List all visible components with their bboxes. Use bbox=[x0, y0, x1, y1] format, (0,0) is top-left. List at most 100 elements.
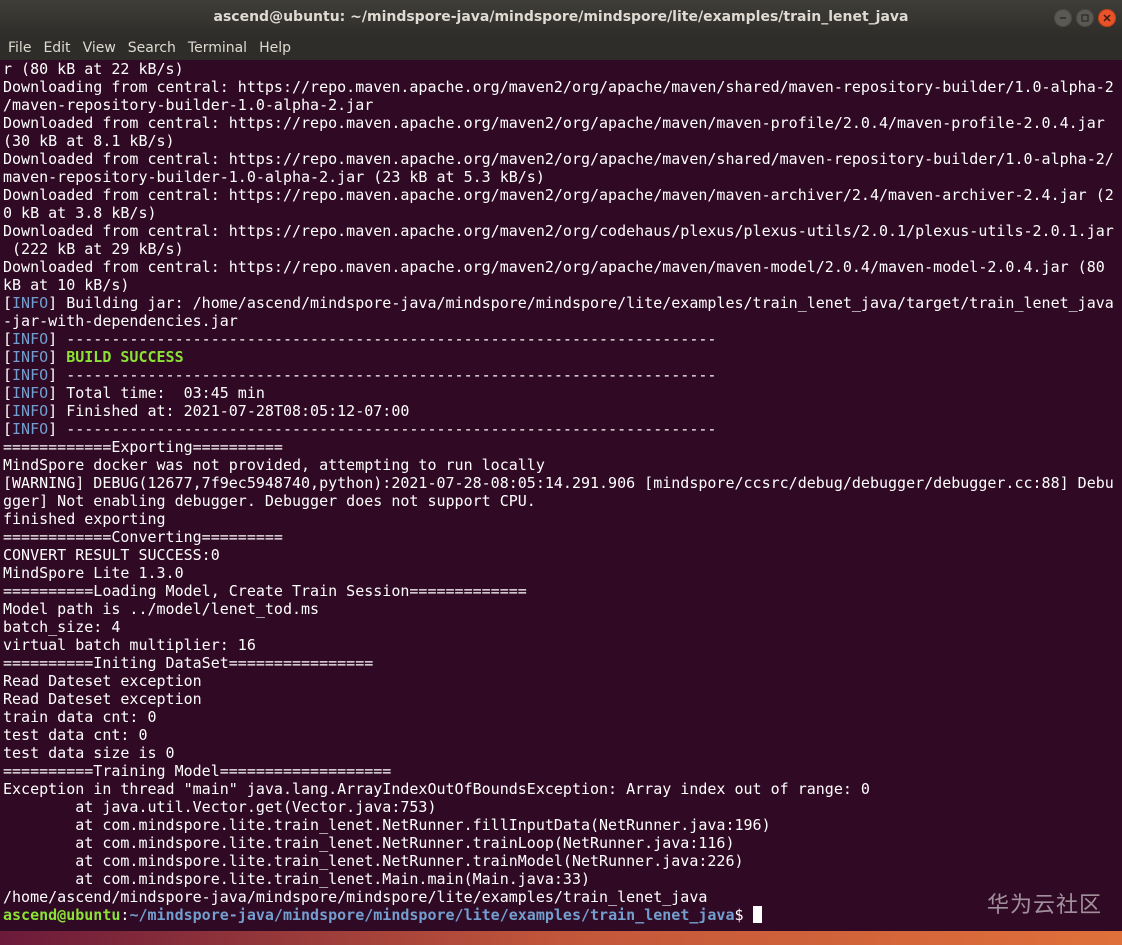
line-text: Downloaded from central: https://repo.ma… bbox=[3, 222, 1114, 240]
line-text: Finished at: 2021-07-28T08:05:12-07:00 bbox=[57, 402, 410, 420]
line-text: (30 kB at 8.1 kB/s) bbox=[3, 132, 175, 150]
terminal-line: /maven-repository-builder-1.0-alpha-2.ja… bbox=[3, 96, 1114, 114]
line-text: at com.mindspore.lite.train_lenet.NetRun… bbox=[3, 852, 744, 870]
log-level-tag: INFO bbox=[12, 420, 49, 438]
maximize-button[interactable] bbox=[1076, 9, 1094, 27]
terminal-line: Downloaded from central: https://repo.ma… bbox=[3, 186, 1114, 204]
terminal-line: Read Dateset exception bbox=[3, 690, 1114, 708]
line-text: [WARNING] DEBUG(12677,7f9ec5948740,pytho… bbox=[3, 474, 1114, 492]
terminal-line: virtual batch multiplier: 16 bbox=[3, 636, 1114, 654]
line-text: ----------------------------------------… bbox=[57, 330, 717, 348]
terminal-line: ============Exporting========== bbox=[3, 438, 1114, 456]
terminal-line: Exception in thread "main" java.lang.Arr… bbox=[3, 780, 1114, 798]
line-text: /home/ascend/mindspore-java/mindspore/mi… bbox=[3, 888, 708, 906]
terminal-line: Downloaded from central: https://repo.ma… bbox=[3, 258, 1114, 276]
terminal-line: Downloaded from central: https://repo.ma… bbox=[3, 150, 1114, 168]
line-text: ============Converting========= bbox=[3, 528, 283, 546]
terminal-line: [INFO] ---------------------------------… bbox=[3, 366, 1114, 384]
minimize-button[interactable] bbox=[1054, 9, 1072, 27]
menu-view[interactable]: View bbox=[77, 40, 122, 56]
terminal-line: MindSpore Lite 1.3.0 bbox=[3, 564, 1114, 582]
log-level-tag: INFO bbox=[12, 348, 49, 366]
bracket: [ bbox=[3, 348, 13, 366]
bracket: ] bbox=[48, 366, 58, 384]
terminal-line: finished exporting bbox=[3, 510, 1114, 528]
line-text: finished exporting bbox=[3, 510, 166, 528]
terminal-line: /home/ascend/mindspore-java/mindspore/mi… bbox=[3, 888, 1114, 906]
bracket: [ bbox=[3, 384, 13, 402]
line-text: ----------------------------------------… bbox=[57, 366, 717, 384]
terminal-line: CONVERT RESULT SUCCESS:0 bbox=[3, 546, 1114, 564]
build-success-text: BUILD SUCCESS bbox=[66, 348, 184, 366]
title-bar[interactable]: ascend@ubuntu: ~/mindspore-java/mindspor… bbox=[0, 0, 1122, 36]
line-text: (222 kB at 29 kB/s) bbox=[3, 240, 184, 258]
line-text: test data size is 0 bbox=[3, 744, 175, 762]
close-icon bbox=[1103, 14, 1111, 22]
terminal-line: -jar-with-dependencies.jar bbox=[3, 312, 1114, 330]
menu-search[interactable]: Search bbox=[122, 40, 182, 56]
desktop-strip bbox=[0, 931, 1122, 945]
line-text: Downloaded from central: https://repo.ma… bbox=[3, 114, 1105, 132]
terminal-line: Read Dateset exception bbox=[3, 672, 1114, 690]
terminal-line: Downloaded from central: https://repo.ma… bbox=[3, 114, 1114, 132]
terminal-line: Downloading from central: https://repo.m… bbox=[3, 78, 1114, 96]
menu-help[interactable]: Help bbox=[253, 40, 297, 56]
menu-terminal[interactable]: Terminal bbox=[182, 40, 253, 56]
line-text: ============Exporting========== bbox=[3, 438, 283, 456]
line-text: test data cnt: 0 bbox=[3, 726, 148, 744]
terminal-line: MindSpore docker was not provided, attem… bbox=[3, 456, 1114, 474]
terminal-line: kB at 10 kB/s) bbox=[3, 276, 1114, 294]
terminal-line: ==========Training Model================… bbox=[3, 762, 1114, 780]
terminal-line: Downloaded from central: https://repo.ma… bbox=[3, 222, 1114, 240]
terminal-lines: r (80 kB at 22 kB/s) Downloading from cen… bbox=[3, 60, 1114, 924]
terminal-line: maven-repository-builder-1.0-alpha-2.jar… bbox=[3, 168, 1114, 186]
terminal-line: at java.util.Vector.get(Vector.java:753) bbox=[3, 798, 1114, 816]
terminal-line: at com.mindspore.lite.train_lenet.Main.m… bbox=[3, 870, 1114, 888]
prompt-symbol: $ bbox=[734, 906, 744, 924]
line-text: virtual batch multiplier: 16 bbox=[3, 636, 256, 654]
bracket: [ bbox=[3, 402, 13, 420]
menu-edit[interactable]: Edit bbox=[37, 40, 76, 56]
shell-prompt[interactable]: ascend@ubuntu:~/mindspore-java/mindspore… bbox=[3, 906, 1114, 924]
terminal-line: [INFO] Building jar: /home/ascend/mindsp… bbox=[3, 294, 1114, 312]
text-cursor bbox=[752, 906, 762, 923]
bracket: ] bbox=[48, 294, 58, 312]
line-text: Downloaded from central: https://repo.ma… bbox=[3, 186, 1114, 204]
line-text: at com.mindspore.lite.train_lenet.NetRun… bbox=[3, 834, 735, 852]
terminal-line: [INFO] BUILD SUCCESS bbox=[3, 348, 1114, 366]
line-text bbox=[57, 348, 66, 366]
bracket: [ bbox=[3, 294, 13, 312]
line-text: /maven-repository-builder-1.0-alpha-2.ja… bbox=[3, 96, 374, 114]
line-text: kB at 10 kB/s) bbox=[3, 276, 130, 294]
bracket: ] bbox=[48, 420, 58, 438]
line-text: Exception in thread "main" java.lang.Arr… bbox=[3, 780, 870, 798]
terminal-output[interactable]: r (80 kB at 22 kB/s) Downloading from cen… bbox=[0, 60, 1122, 945]
bracket: ] bbox=[48, 330, 58, 348]
line-text: Model path is ../model/lenet_tod.ms bbox=[3, 600, 320, 618]
terminal-line: at com.mindspore.lite.train_lenet.NetRun… bbox=[3, 834, 1114, 852]
line-text: gger] Not enabling debugger. Debugger do… bbox=[3, 492, 536, 510]
menu-bar: File Edit View Search Terminal Help bbox=[0, 36, 1122, 60]
terminal-line: [INFO] Finished at: 2021-07-28T08:05:12-… bbox=[3, 402, 1114, 420]
bracket: [ bbox=[3, 330, 13, 348]
line-text: at com.mindspore.lite.train_lenet.Main.m… bbox=[3, 870, 590, 888]
line-text: train data cnt: 0 bbox=[3, 708, 157, 726]
line-text: Building jar: /home/ascend/mindspore-jav… bbox=[57, 294, 1114, 312]
line-text: r (80 kB at 22 kB/s) bbox=[3, 60, 184, 78]
line-text: ----------------------------------------… bbox=[57, 420, 717, 438]
line-text: ==========Initing DataSet===============… bbox=[3, 654, 374, 672]
close-button[interactable] bbox=[1098, 9, 1116, 27]
line-text: Total time: 03:45 min bbox=[57, 384, 265, 402]
menu-file[interactable]: File bbox=[2, 40, 37, 56]
log-level-tag: INFO bbox=[12, 402, 49, 420]
terminal-line: 0 kB at 3.8 kB/s) bbox=[3, 204, 1114, 222]
bracket: ] bbox=[48, 402, 58, 420]
terminal-line: [INFO] ---------------------------------… bbox=[3, 420, 1114, 438]
window-controls bbox=[1054, 9, 1116, 27]
line-text: MindSpore docker was not provided, attem… bbox=[3, 456, 545, 474]
log-level-tag: INFO bbox=[12, 384, 49, 402]
terminal-line: ==========Initing DataSet===============… bbox=[3, 654, 1114, 672]
line-text: Downloaded from central: https://repo.ma… bbox=[3, 150, 1114, 168]
minimize-icon bbox=[1060, 17, 1066, 19]
terminal-line: train data cnt: 0 bbox=[3, 708, 1114, 726]
